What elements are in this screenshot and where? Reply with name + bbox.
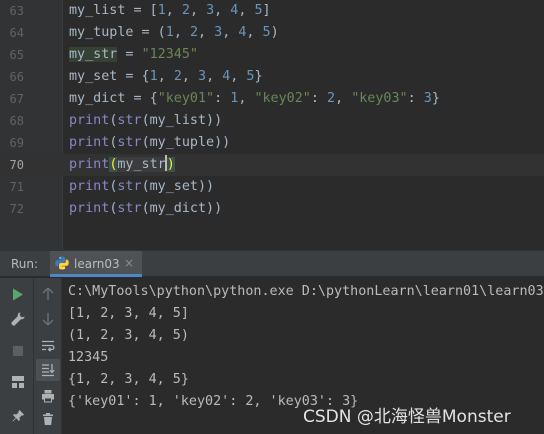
- line-number: 63: [9, 4, 24, 18]
- pin-tab-button[interactable]: [6, 405, 30, 427]
- run-toolbar-secondary: [34, 278, 62, 434]
- code-text: my_tuple = (1, 2, 3, 4, 5): [69, 25, 279, 40]
- soft-wrap-button[interactable]: [36, 335, 60, 357]
- line-number: 67: [9, 92, 24, 106]
- arrow-down-icon: [42, 313, 54, 326]
- console-line: C:\MyTools\python\python.exe D:\pythonLe…: [68, 284, 544, 299]
- scroll-to-end-icon: [42, 364, 55, 377]
- code-text: print(my_str): [69, 155, 175, 172]
- next-occurrence-button[interactable]: [36, 308, 60, 330]
- previous-occurrence-button[interactable]: [36, 283, 60, 305]
- code-line[interactable]: 69 print(str(my_tuple)): [0, 132, 544, 154]
- console-line: (1, 2, 3, 4, 5): [68, 328, 189, 343]
- line-number: 64: [9, 26, 24, 40]
- console-line: 12345: [68, 350, 109, 365]
- clear-all-button[interactable]: [36, 408, 60, 430]
- code-line[interactable]: 63 my_list = [1, 2, 3, 4, 5]: [0, 0, 544, 22]
- stop-button[interactable]: [6, 340, 30, 362]
- trash-icon: [43, 413, 53, 425]
- code-text: my_list = [1, 2, 3, 4, 5]: [69, 3, 271, 18]
- pin-icon: [12, 410, 24, 422]
- code-line[interactable]: 72 print(str(my_dict)): [0, 198, 544, 220]
- code-text: print(str(my_set)): [69, 179, 215, 194]
- run-tab-label: learn03: [74, 257, 120, 271]
- run-header: Run: learn03 ×: [0, 251, 544, 277]
- code-text: print(str(my_dict)): [69, 201, 223, 216]
- print-button[interactable]: [36, 385, 60, 407]
- line-number: 68: [9, 114, 24, 128]
- run-icon: [13, 288, 23, 300]
- layout-icon: [12, 376, 24, 388]
- code-text: my_str = "12345": [69, 47, 198, 62]
- run-tab-learn03[interactable]: learn03 ×: [50, 251, 142, 277]
- layout-button[interactable]: [6, 371, 30, 393]
- run-label: Run:: [11, 257, 39, 271]
- stop-icon: [13, 346, 23, 356]
- scroll-to-end-button[interactable]: [36, 359, 60, 381]
- code-text: my_dict = {"key01": 1, "key02": 2, "key0…: [69, 91, 440, 106]
- line-number: 72: [9, 202, 24, 216]
- arrow-up-icon: [42, 287, 54, 300]
- code-line-current[interactable]: 70 print(my_str): [0, 154, 544, 176]
- print-icon: [42, 390, 54, 403]
- console-line: [1, 2, 3, 4, 5]: [68, 306, 189, 321]
- code-line[interactable]: 66 my_set = {1, 2, 3, 4, 5}: [0, 66, 544, 88]
- line-number: 66: [9, 70, 24, 84]
- code-text: my_set = {1, 2, 3, 4, 5}: [69, 69, 263, 84]
- code-line[interactable]: 71 print(str(my_set)): [0, 176, 544, 198]
- console-output[interactable]: C:\MyTools\python\python.exe D:\pythonLe…: [68, 281, 544, 413]
- run-toolbar-primary: [0, 278, 34, 434]
- soft-wrap-icon: [42, 340, 55, 352]
- rerun-button[interactable]: [6, 283, 30, 305]
- code-text: print(str(my_tuple)): [69, 135, 231, 150]
- line-number: 71: [9, 180, 24, 194]
- code-line[interactable]: 67 my_dict = {"key01": 1, "key02": 2, "k…: [0, 88, 544, 110]
- line-number: 65: [9, 48, 24, 62]
- console-line: {1, 2, 3, 4, 5}: [68, 372, 189, 387]
- wrench-icon: [11, 312, 25, 326]
- line-number: 69: [9, 136, 24, 150]
- code-line[interactable]: 65 my_str = "12345": [0, 44, 544, 66]
- close-icon[interactable]: ×: [124, 256, 134, 270]
- code-line[interactable]: 64 my_tuple = (1, 2, 3, 4, 5): [0, 22, 544, 44]
- code-text: print(str(my_list)): [69, 113, 223, 128]
- line-number: 70: [9, 158, 24, 172]
- python-file-icon: [55, 256, 69, 270]
- code-editor[interactable]: 63 my_list = [1, 2, 3, 4, 5] 64 my_tuple…: [0, 0, 544, 250]
- settings-button[interactable]: [6, 308, 30, 330]
- code-line[interactable]: 68 print(str(my_list)): [0, 110, 544, 132]
- watermark: CSDN @北海怪兽Monster: [303, 407, 511, 427]
